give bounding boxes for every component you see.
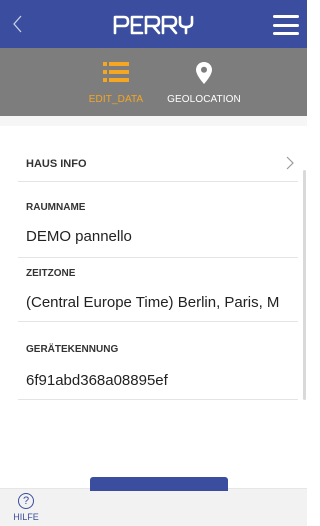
timezone-value[interactable]: (Central Europe Time) Berlin, Paris, M [26, 294, 304, 311]
tab-geolocation-label: GEOLOCATION [167, 94, 241, 105]
scrollbar[interactable] [303, 170, 306, 400]
room-name-field[interactable]: RAUMNAME DEMO pannello [18, 194, 298, 258]
list-icon [103, 62, 129, 82]
timezone-label: ZEITZONE [26, 268, 76, 279]
save-button[interactable] [90, 477, 228, 491]
room-name-value[interactable]: DEMO pannello [26, 228, 132, 245]
menu-button[interactable] [273, 15, 299, 35]
tab-geolocation[interactable]: GEOLOCATION [162, 48, 246, 116]
tab-edit-data[interactable]: EDIT_DATA [83, 48, 149, 116]
perry-logo [112, 13, 196, 35]
map-pin-icon [196, 62, 212, 84]
device-id-label: GERÄTEKENNUNG [26, 344, 119, 355]
haus-info-row[interactable]: HAUS INFO [18, 146, 298, 182]
haus-info-label: HAUS INFO [26, 158, 87, 170]
tab-edit-data-label: EDIT_DATA [88, 94, 144, 105]
section-spacer [0, 116, 307, 126]
edit-form: HAUS INFO RAUMNAME DEMO pannello ZEITZON… [0, 126, 307, 488]
help-label: HILFE [13, 512, 39, 522]
footer-bar: ? HILFE [0, 477, 307, 526]
chevron-right-icon [286, 156, 294, 170]
question-circle-icon: ? [18, 493, 34, 509]
top-app-bar [0, 0, 307, 48]
help-button[interactable]: ? HILFE [6, 493, 46, 526]
timezone-field[interactable]: ZEITZONE (Central Europe Time) Berlin, P… [18, 258, 298, 322]
tab-bar: EDIT_DATA GEOLOCATION [0, 48, 307, 116]
chevron-left-icon [13, 15, 22, 33]
device-id-field: GERÄTEKENNUNG 6f91abd368a08895ef [18, 330, 298, 400]
hamburger-menu-icon [273, 15, 299, 18]
device-id-value: 6f91abd368a08895ef [26, 372, 168, 389]
room-name-label: RAUMNAME [26, 202, 86, 213]
back-button[interactable] [8, 12, 28, 36]
